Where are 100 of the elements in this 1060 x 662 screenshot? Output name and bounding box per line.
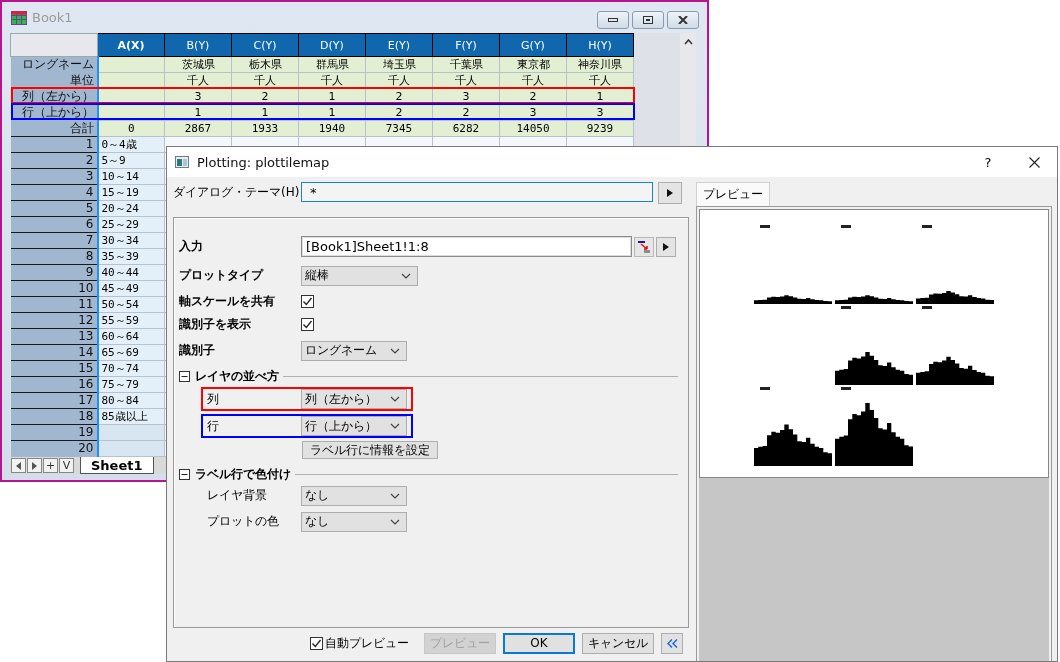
dropdown[interactable]: ロングネーム [301,340,407,361]
collapse-icon[interactable] [179,370,190,382]
dropdown-value: なし [305,513,330,530]
column-header[interactable]: A(X) [97,33,165,57]
dropdown-value: 行（上から） [305,417,378,435]
row-header: 5 [10,200,98,217]
spreadsheet-icon [11,10,27,25]
window-title: Plotting: plottilemap [197,154,330,170]
row-header: 4 [10,184,98,201]
arrow-button[interactable] [658,182,682,204]
row-header: 14 [10,344,98,361]
help-button[interactable]: ? [973,154,1003,170]
column-header[interactable]: H(Y) [566,33,634,57]
maximize-button[interactable] [632,10,664,29]
row-header: 16 [10,376,98,393]
dropdown[interactable]: 縦棒 [301,265,418,286]
field-label: レイヤ背景 [206,487,268,504]
sheet-nav-button[interactable]: V [59,458,74,473]
row-header: 12 [10,312,98,329]
field-label: 行 [206,417,220,435]
minimize-icon [608,17,618,22]
chevron-down-icon [390,518,400,525]
window-title: Book1 [32,10,73,25]
field-label: ダイアログ・テーマ(H) [173,184,301,201]
field-label: 識別子を表示 [179,315,252,333]
minimize-button[interactable] [597,10,629,29]
preview-tab[interactable]: プレビュー [696,182,770,206]
row-header: 15 [10,360,98,377]
previous-sheet-button[interactable] [11,458,26,473]
next-sheet-button[interactable] [27,458,42,473]
column-header[interactable]: F(Y) [432,33,500,57]
field-label: プロットタイプ [179,267,265,284]
field-label: 入力 [179,238,204,255]
row-header: 3 [10,168,98,185]
checkbox-label: 自動プレビュー [325,634,409,652]
right-arrow-icon [32,461,37,470]
sheet-nav-button[interactable]: + [43,458,58,473]
sheet-tab[interactable]: Sheet1 [80,457,154,474]
row-header: 1 [10,136,98,153]
column-header[interactable]: B(Y) [164,33,232,57]
close-icon [1028,156,1040,168]
row-header: 8 [10,248,98,265]
checkbox[interactable] [301,294,314,308]
field-label: プロットの色 [206,513,280,530]
row-header: 13 [10,328,98,345]
checkbox[interactable] [301,317,314,331]
section-title: レイヤの並べ方 [195,367,279,385]
row-header: 17 [10,392,98,409]
collapse-button[interactable] [661,632,683,654]
dialog-button[interactable]: キャンセル [582,632,654,654]
close-icon [678,15,688,24]
row-label: 行（上から） [21,105,94,119]
maximize-icon [643,15,653,24]
left-arrow-icon [16,461,21,470]
dialog-button[interactable]: OK [503,632,575,654]
input-field[interactable]: [Book1]Sheet1!1:8 [301,236,632,257]
field-label: 識別子 [179,342,216,359]
theme-field[interactable]: * [301,182,653,202]
section-title: ラベル行で色付け [195,465,291,483]
field-label: 軸スケールを共有 [179,292,276,310]
play-icon [663,242,669,251]
range-select-icon [638,240,650,253]
checkbox[interactable] [310,636,323,650]
row-header: 11 [10,296,98,313]
chevron-down-icon [390,492,400,499]
row-label: ロングネーム [21,57,94,71]
chevron-down-icon [390,396,400,402]
chevron-down-icon [390,347,400,354]
close-button[interactable] [667,10,699,29]
dropdown-value: ロングネーム [305,342,378,359]
row-header: 6 [10,216,98,233]
dropdown[interactable]: なし [301,485,407,506]
row-header: 2 [10,152,98,169]
row-header: 18 [10,408,98,425]
row-header: 20 [10,440,98,457]
dropdown-value: 列（左から） [305,390,378,408]
dropdown-value: 縦棒 [305,267,330,284]
column-header[interactable]: G(Y) [499,33,567,57]
chevron-down-icon [401,272,411,279]
arrow-button[interactable] [656,236,676,257]
window-icon [175,156,189,168]
dropdown[interactable]: 行（上から） [301,416,407,436]
row-label: 単位 [69,73,94,87]
dropdown[interactable]: 列（左から） [301,389,407,409]
dropdown[interactable]: なし [301,511,407,532]
column-header[interactable]: D(Y) [298,33,366,57]
row-header: 9 [10,264,98,281]
row-header: 19 [10,424,98,441]
column-header[interactable]: E(Y) [365,33,433,57]
chevron-down-icon [390,423,400,429]
set-label-button[interactable]: ラベル行に情報を設定 [302,441,438,459]
row-label: 列（左から） [21,89,94,103]
collapse-icon[interactable] [179,468,190,480]
double-chevron-left-icon [666,638,678,648]
row-header: 7 [10,232,98,249]
row-label: 合計 [69,121,94,135]
dropdown-value: なし [305,487,330,504]
select-range-button[interactable] [634,236,654,257]
play-icon [667,189,673,197]
column-header[interactable]: C(Y) [231,33,299,57]
